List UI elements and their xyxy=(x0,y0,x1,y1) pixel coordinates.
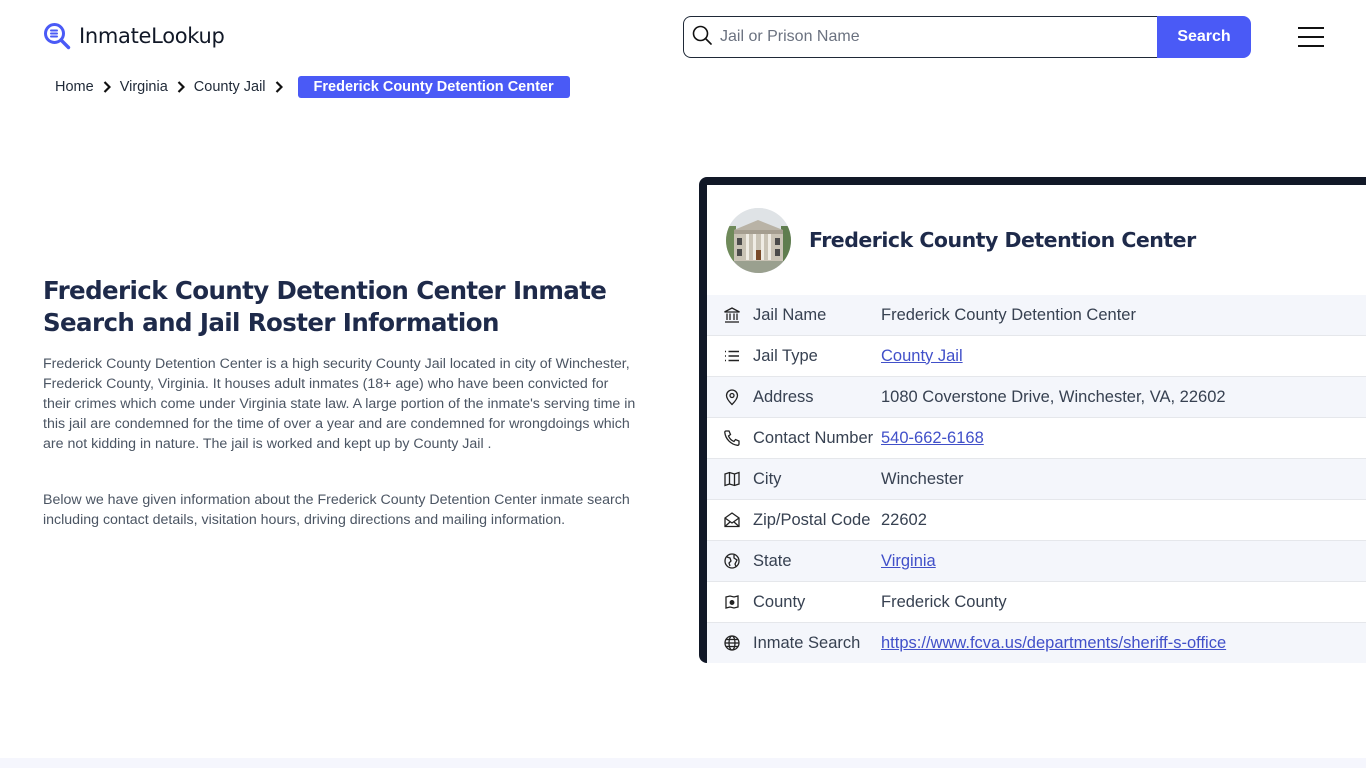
facility-details-table: Jail Name Frederick County Detention Cen… xyxy=(707,295,1366,663)
state-link[interactable]: Virginia xyxy=(881,552,936,570)
menu-line xyxy=(1298,45,1324,47)
globe-icon xyxy=(707,634,753,652)
card-title: Frederick County Detention Center xyxy=(809,228,1196,252)
facility-info-card: Frederick County Detention Center Jail N… xyxy=(699,177,1366,663)
breadcrumb-home[interactable]: Home xyxy=(55,79,94,95)
map-icon xyxy=(707,470,753,488)
detail-row-zip: Zip/Postal Code 22602 xyxy=(707,500,1366,541)
detail-row-city: City Winchester xyxy=(707,459,1366,500)
detail-value: Frederick County Detention Center xyxy=(881,305,1136,324)
detail-row-address: Address 1080 Coverstone Drive, Wincheste… xyxy=(707,377,1366,418)
menu-line xyxy=(1298,27,1324,29)
detail-label: Address xyxy=(753,387,814,406)
breadcrumb-virginia[interactable]: Virginia xyxy=(120,79,168,95)
search-form: Search xyxy=(683,16,1251,58)
detail-row-state: State Virginia xyxy=(707,541,1366,582)
detail-label: City xyxy=(753,469,782,488)
detail-label: Jail Name xyxy=(753,305,827,324)
logo-text: InmateLookup xyxy=(79,24,225,48)
detail-label: Jail Type xyxy=(753,346,818,365)
detail-value: 1080 Coverstone Drive, Winchester, VA, 2… xyxy=(881,387,1226,406)
breadcrumb-current: Frederick County Detention Center xyxy=(297,76,570,98)
footer-section xyxy=(0,758,1366,768)
detail-row-jail-type: Jail Type County Jail xyxy=(707,336,1366,377)
facility-photo xyxy=(726,207,791,273)
page-title: Frederick County Detention Center Inmate… xyxy=(43,276,607,337)
detail-label: Inmate Search xyxy=(753,633,861,652)
hamburger-menu-icon[interactable] xyxy=(1298,27,1324,47)
globe-americas-icon xyxy=(707,552,753,570)
inmate-search-link[interactable]: https://www.fcva.us/departments/sheriff-… xyxy=(881,634,1226,652)
chevron-right-icon xyxy=(103,81,111,93)
search-box xyxy=(683,16,1157,58)
card-header: Frederick County Detention Center xyxy=(707,185,1366,295)
breadcrumb-county-jail[interactable]: County Jail xyxy=(194,79,266,95)
site-logo[interactable]: InmateLookup xyxy=(43,22,225,50)
jail-type-link[interactable]: County Jail xyxy=(881,347,963,365)
intro-paragraph: Frederick County Detention Center is a h… xyxy=(43,356,636,452)
list-icon xyxy=(707,347,753,365)
bank-icon xyxy=(707,306,753,324)
detail-row-contact: Contact Number 540-662-6168 xyxy=(707,418,1366,459)
search-input[interactable] xyxy=(720,28,1120,46)
map-marker-square-icon xyxy=(707,593,753,611)
detail-label: State xyxy=(753,551,792,570)
search-icon xyxy=(692,25,712,50)
detail-row-inmate-search: Inmate Search https://www.fcva.us/depart… xyxy=(707,623,1366,663)
detail-value: 22602 xyxy=(881,510,927,529)
breadcrumb: Home Virginia County Jail Frederick Coun… xyxy=(55,76,570,98)
phone-link[interactable]: 540-662-6168 xyxy=(881,429,984,447)
detail-value: Winchester xyxy=(881,469,964,488)
menu-line xyxy=(1298,36,1324,38)
chevron-right-icon xyxy=(177,81,185,93)
detail-row-county: County Frederick County xyxy=(707,582,1366,623)
detail-label: Contact Number xyxy=(753,428,874,447)
chevron-right-icon xyxy=(275,81,283,93)
detail-row-jail-name: Jail Name Frederick County Detention Cen… xyxy=(707,295,1366,336)
info-paragraph: Below we have given information about th… xyxy=(43,492,630,528)
detail-value: Frederick County xyxy=(881,592,1007,611)
detail-label: County xyxy=(753,592,806,611)
detail-label: Zip/Postal Code xyxy=(753,510,871,529)
search-button[interactable]: Search xyxy=(1157,16,1251,58)
envelope-open-icon xyxy=(707,511,753,529)
map-pin-icon xyxy=(707,388,753,406)
phone-icon xyxy=(707,429,753,447)
magnifier-logo-icon xyxy=(43,22,71,50)
